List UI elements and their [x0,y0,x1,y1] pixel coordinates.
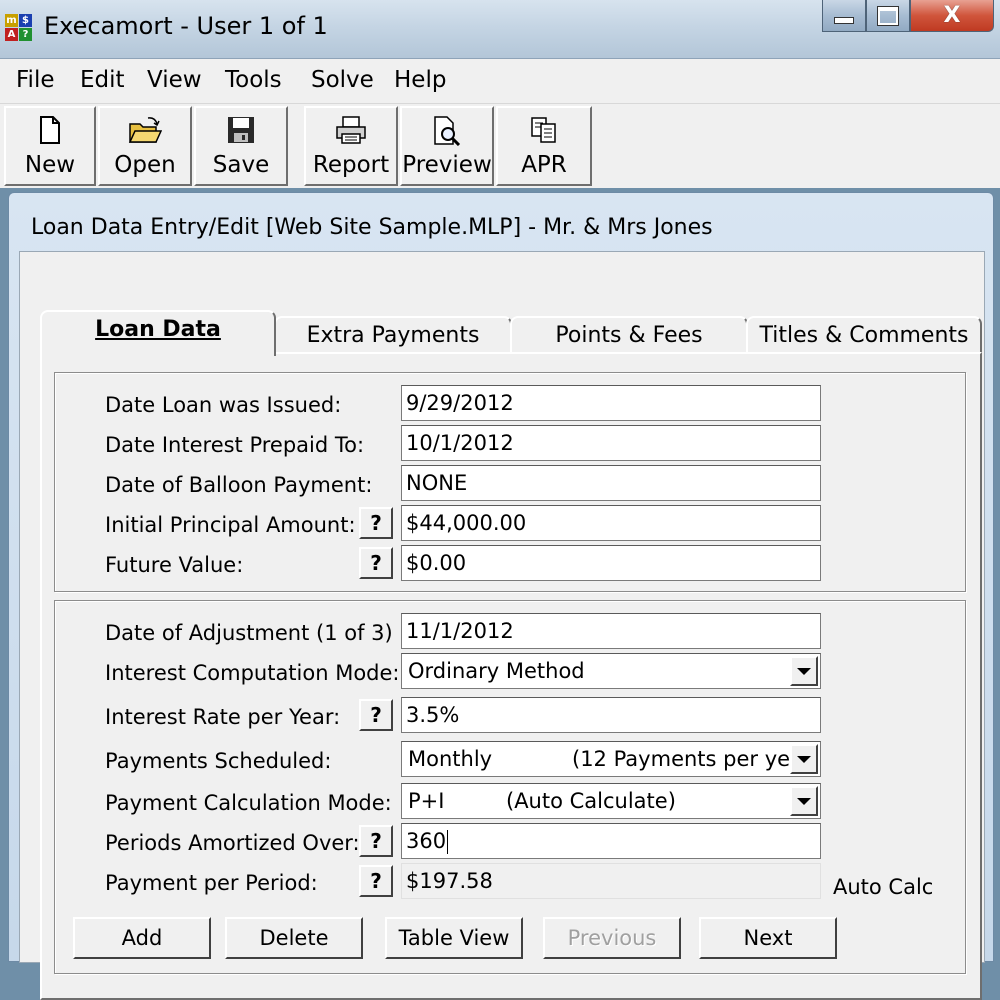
interest-mode-label: Interest Computation Mode: [105,661,400,685]
delete-button[interactable]: Delete [225,917,363,959]
payment-period-label: Payment per Period: [105,871,318,895]
previous-button: Previous [543,917,681,959]
interest-mode-value: Ordinary Method [408,659,585,683]
calc-mode-select[interactable]: P+I (Auto Calculate) [401,783,821,819]
dialog-client-area: Loan Data Extra Payments Points & Fees T… [19,251,985,1000]
date-issued-label: Date Loan was Issued: [105,393,342,417]
chevron-down-icon[interactable] [790,786,818,816]
adjustment-group: Date of Adjustment (1 of 3) 11/1/2012 In… [54,600,966,974]
menu-bar: File Edit View Tools Solve Help [0,59,1000,104]
save-button[interactable]: Save [194,106,288,186]
open-button[interactable]: Open [98,106,192,186]
minimize-button[interactable] [822,0,866,32]
app-icon-tile: ? [19,28,32,41]
preview-button[interactable]: Preview [400,106,494,186]
title-bar[interactable]: m $ A ? Execamort - User 1 of 1 X [0,0,1000,59]
report-label: Report [312,152,390,178]
date-adjustment-field[interactable]: 11/1/2012 [401,613,821,649]
date-adjustment-label: Date of Adjustment (1 of 3) [105,621,393,645]
dialog-title: Loan Data Entry/Edit [Web Site Sample.ML… [31,215,713,240]
loan-data-panel: Date Loan was Issued: 9/29/2012 Date Int… [40,352,982,1000]
menu-help[interactable]: Help [394,67,446,93]
chevron-down-icon[interactable] [790,744,818,774]
close-icon: X [943,3,961,28]
future-value-label: Future Value: [105,553,244,577]
principal-help-button[interactable]: ? [359,507,393,539]
app-icon-tile: m [5,14,18,27]
balloon-date-field[interactable]: NONE [401,465,821,501]
window-controls: X [822,0,994,34]
principal-field[interactable]: $44,000.00 [401,505,821,541]
copy-pages-icon [498,116,590,146]
future-value-help-button[interactable]: ? [359,547,393,579]
app-icon-tile: A [5,28,18,41]
floppy-disk-icon [196,116,286,146]
tab-loan-data-label: Loan Data [95,317,221,342]
calc-mode-note: (Auto Calculate) [506,789,676,813]
apr-label: APR [521,152,567,178]
periods-help-button[interactable]: ? [359,825,393,857]
maximize-button[interactable] [866,0,910,32]
tab-points-fees[interactable]: Points & Fees [510,316,748,356]
table-view-button[interactable]: Table View [385,917,523,959]
maximize-icon [878,6,898,25]
minimize-icon [834,17,854,24]
periods-field[interactable]: 360 [401,823,821,859]
add-button[interactable]: Add [73,917,211,959]
date-issued-field[interactable]: 9/29/2012 [401,385,821,421]
tab-titles-comments-label: Titles & Comments [759,323,969,348]
menu-file[interactable]: File [16,67,55,93]
text-cursor [447,830,449,854]
interest-rate-help-button[interactable]: ? [359,699,393,731]
window-title: Execamort - User 1 of 1 [44,12,328,40]
open-label: Open [114,152,176,178]
tab-extra-payments[interactable]: Extra Payments [274,316,512,356]
periods-value: 360 [406,829,447,853]
menu-tools[interactable]: Tools [225,67,282,93]
open-folder-icon [100,116,190,146]
new-label: New [24,152,76,178]
principal-label: Initial Principal Amount: [105,513,356,537]
close-button[interactable]: X [910,0,994,32]
report-button[interactable]: Report [304,106,398,186]
app-icon[interactable]: m $ A ? [5,14,33,42]
interest-rate-label: Interest Rate per Year: [105,705,341,729]
app-icon-tile: $ [19,14,32,27]
menu-edit[interactable]: Edit [80,67,125,93]
calc-mode-label: Payment Calculation Mode: [105,791,392,815]
print-preview-icon [402,116,492,146]
tab-titles-comments[interactable]: Titles & Comments [746,316,982,356]
interest-rate-field[interactable]: 3.5% [401,697,821,733]
auto-calc-label: Auto Calc [833,875,934,899]
payments-scheduled-note: (12 Payments per year) [572,747,820,771]
periods-label: Periods Amortized Over: [105,831,360,855]
save-label: Save [212,152,270,178]
tab-extra-payments-label: Extra Payments [306,323,480,348]
printer-icon [306,116,396,146]
menu-view[interactable]: View [147,67,202,93]
apr-button[interactable]: APR [496,106,592,186]
new-document-icon [6,116,94,146]
preview-label: Preview [402,152,492,178]
date-prepaid-label: Date Interest Prepaid To: [105,433,365,457]
payments-scheduled-select[interactable]: Monthly (12 Payments per year) [401,741,821,777]
payment-period-help-button[interactable]: ? [359,865,393,897]
future-value-field[interactable]: $0.00 [401,545,821,581]
payment-period-field: $197.58 [401,863,821,899]
balloon-date-label: Date of Balloon Payment: [105,473,373,497]
tab-points-fees-label: Points & Fees [555,323,703,348]
interest-mode-select[interactable]: Ordinary Method [401,653,821,689]
menu-solve[interactable]: Solve [311,67,374,93]
new-button[interactable]: New [4,106,96,186]
date-prepaid-field[interactable]: 10/1/2012 [401,425,821,461]
chevron-down-icon[interactable] [790,656,818,686]
next-button[interactable]: Next [699,917,837,959]
payments-scheduled-value: Monthly [408,747,493,771]
calc-mode-value: P+I [408,789,445,813]
toolbar: New Open Save Report Preview APR [0,104,1000,188]
loan-data-dialog: Loan Data Entry/Edit [Web Site Sample.ML… [8,192,994,1000]
payments-scheduled-label: Payments Scheduled: [105,749,332,773]
tab-loan-data[interactable]: Loan Data [40,310,276,356]
loan-basics-group: Date Loan was Issued: 9/29/2012 Date Int… [54,372,966,592]
